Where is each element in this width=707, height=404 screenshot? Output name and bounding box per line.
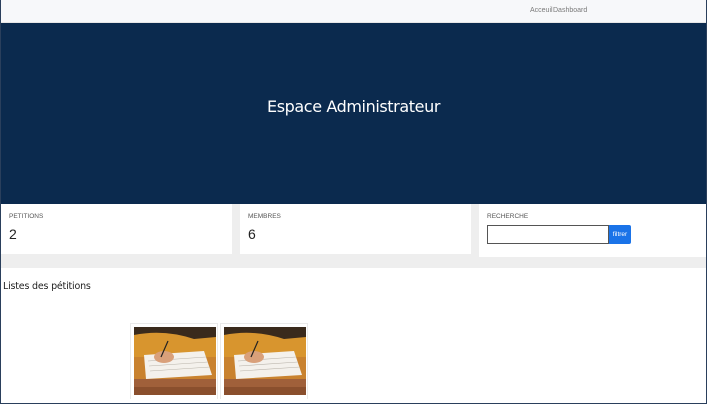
petitions-label: PETITIONS xyxy=(9,213,44,220)
page-title: Espace Administrateur xyxy=(267,97,440,116)
petition-image xyxy=(134,327,216,395)
stats-section: PETITIONS 2 MEMBRES 6 RECHERCHE filtrer xyxy=(1,204,706,268)
top-navbar: Acceuil Dashboard xyxy=(1,0,706,23)
membres-count: 6 xyxy=(248,226,256,242)
recherche-card: RECHERCHE filtrer xyxy=(479,204,706,257)
search-input[interactable] xyxy=(487,225,609,244)
petitions-list-title: Listes des pétitions xyxy=(3,281,91,292)
recherche-label: RECHERCHE xyxy=(487,213,529,220)
membres-card: MEMBRES 6 xyxy=(240,204,471,254)
petition-card[interactable] xyxy=(220,323,308,399)
hero-banner: Espace Administrateur xyxy=(1,23,706,204)
filter-button[interactable]: filtrer xyxy=(609,225,631,244)
nav-link-acceuil[interactable]: Acceuil xyxy=(530,7,553,14)
nav-link-dashboard[interactable]: Dashboard xyxy=(553,7,587,14)
membres-label: MEMBRES xyxy=(248,213,281,220)
petition-card[interactable] xyxy=(130,323,218,399)
petitions-count: 2 xyxy=(9,226,17,242)
petition-image xyxy=(224,327,306,395)
petitions-card: PETITIONS 2 xyxy=(1,204,232,254)
